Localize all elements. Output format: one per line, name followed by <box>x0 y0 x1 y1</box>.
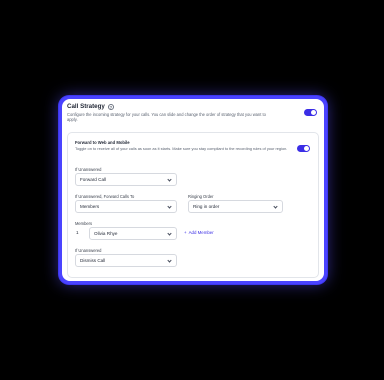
member-name: Olivia Rhye <box>94 231 118 236</box>
ringing-order-value: Ring in order <box>193 204 220 209</box>
call-strategy-card: Call Strategy ? Configure the incoming s… <box>62 99 324 281</box>
if-unanswered-label: If Unanswered <box>75 167 102 172</box>
add-member-button[interactable]: + Add Member <box>184 230 214 235</box>
if-unanswered-2-label: If Unanswered <box>75 248 102 253</box>
if-unanswered-2-value: Dismiss Call <box>80 258 106 263</box>
strategy-panel: Forward to Web and Mobile Toggle on to r… <box>67 132 319 278</box>
forward-web-mobile-description: Toggle on to receive all of your calls a… <box>75 146 288 151</box>
add-member-label: Add Member <box>188 230 214 235</box>
info-icon[interactable]: ? <box>107 103 114 110</box>
if-unanswered-select[interactable]: Forward Call <box>75 173 177 186</box>
chevron-down-icon <box>167 231 172 236</box>
forward-calls-to-value: Members <box>80 204 100 209</box>
member-index: 1 <box>76 230 79 235</box>
call-strategy-toggle[interactable] <box>304 109 317 116</box>
forward-web-mobile-title: Forward to Web and Mobile <box>75 140 130 145</box>
if-unanswered-value: Forward Call <box>80 177 107 182</box>
forward-calls-to-label: If Unanswered, Forward Calls To <box>75 194 135 199</box>
forward-web-mobile-toggle[interactable] <box>297 145 310 152</box>
call-strategy-header: Call Strategy ? <box>67 103 114 110</box>
chevron-down-icon <box>167 204 172 209</box>
ringing-order-select[interactable]: Ring in order <box>188 200 283 213</box>
chevron-down-icon <box>167 258 172 263</box>
members-label: Members <box>75 221 93 226</box>
forward-calls-to-select[interactable]: Members <box>75 200 177 213</box>
chevron-down-icon <box>273 204 278 209</box>
plus-icon: + <box>184 230 187 235</box>
ringing-order-label: Ringing Order <box>188 194 214 199</box>
member-select[interactable]: Olivia Rhye <box>89 227 177 240</box>
if-unanswered-2-select[interactable]: Dismiss Call <box>75 254 177 267</box>
chevron-down-icon <box>167 177 172 182</box>
call-strategy-description: Configure the incoming strategy for your… <box>67 112 266 123</box>
call-strategy-title: Call Strategy <box>67 103 105 110</box>
